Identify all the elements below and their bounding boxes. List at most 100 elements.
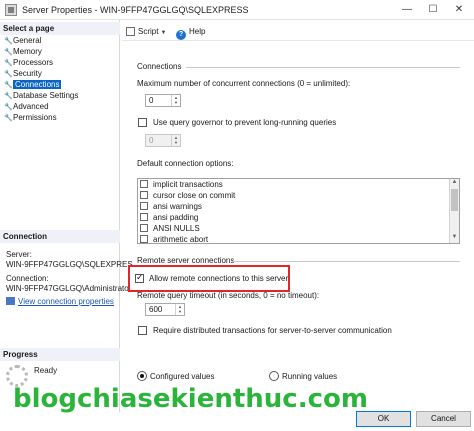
page-general-label: General: [13, 36, 42, 45]
maximize-button[interactable]: ☐: [420, 0, 446, 20]
query-governor-value: 0: [149, 136, 154, 145]
max-connections-label: Maximum number of concurrent connections…: [137, 79, 351, 88]
connection-value: WIN-9FFP47GGLGQ\Administrato: [6, 284, 129, 293]
title-bar: Server Properties - WIN-9FFP47GGLGQ\SQLE…: [0, 0, 474, 20]
option-label: ansi warnings: [153, 202, 202, 211]
page-advanced-label: Advanced: [13, 102, 49, 111]
wrench-icon: 🔧: [4, 49, 13, 56]
wrench-icon: 🔧: [4, 115, 13, 122]
option-checkbox[interactable]: [140, 213, 148, 221]
option-label: ANSI NULLS: [153, 224, 200, 233]
option-checkbox[interactable]: [140, 191, 148, 199]
list-item[interactable]: ansi padding: [140, 213, 198, 224]
page-connections[interactable]: 🔧 Connections: [4, 80, 62, 91]
script-button[interactable]: Script ▼: [126, 27, 166, 36]
page-permissions[interactable]: 🔧Permissions: [4, 113, 57, 124]
option-checkbox[interactable]: [140, 180, 148, 188]
running-values-label: Running values: [282, 372, 338, 381]
toolbar: Script ▼ ? Help: [122, 23, 474, 41]
script-icon: [126, 27, 135, 36]
option-label: arithmetic abort: [153, 235, 209, 244]
default-options-label: Default connection options:: [137, 159, 234, 168]
properties-icon: [6, 297, 15, 305]
wrench-icon: 🔧: [4, 38, 13, 45]
page-general[interactable]: 🔧General: [4, 36, 41, 47]
page-database-settings-label: Database Settings: [13, 91, 79, 100]
configured-values-radio[interactable]: [137, 371, 147, 381]
server-value: WIN-9FFP47GGLGQ\SQLEXPRES: [6, 260, 133, 269]
page-processors-label: Processors: [13, 58, 54, 67]
max-connections-value: 0: [149, 96, 154, 105]
query-governor-label: Use query governor to prevent long-runni…: [153, 118, 337, 127]
remote-group-divider: [232, 261, 460, 262]
remote-group-label: Remote server connections: [137, 256, 235, 265]
list-scrollbar[interactable]: ▲ ▼: [449, 179, 459, 243]
page-memory-label: Memory: [13, 47, 42, 56]
allow-remote-checkbox[interactable]: [135, 272, 144, 283]
watermark: blogchiasekienthuc.com: [13, 384, 368, 414]
list-item[interactable]: cursor close on commit: [140, 191, 235, 202]
list-item[interactable]: arithmetic abort: [140, 235, 209, 244]
window-title: Server Properties - WIN-9FFP47GGLGQ\SQLE…: [22, 5, 249, 15]
option-label: implicit transactions: [153, 180, 223, 189]
configured-values-label: Configured values: [150, 372, 215, 381]
max-connections-input[interactable]: 0 ▲ ▼: [145, 94, 181, 107]
distributed-tx-checkbox[interactable]: [138, 326, 147, 335]
distributed-tx-label: Require distributed transactions for ser…: [153, 326, 392, 335]
wrench-icon: 🔧: [4, 82, 13, 89]
option-checkbox[interactable]: [140, 202, 148, 210]
remote-timeout-label: Remote query timeout (in seconds, 0 = no…: [137, 291, 320, 300]
running-values-radio[interactable]: [269, 371, 279, 381]
list-item[interactable]: ansi warnings: [140, 202, 202, 213]
wrench-icon: 🔧: [4, 71, 13, 78]
spin-arrows-icon[interactable]: ▲ ▼: [171, 95, 180, 106]
list-item[interactable]: implicit transactions: [140, 180, 223, 191]
page-security[interactable]: 🔧Security: [4, 69, 42, 80]
option-checkbox[interactable]: [140, 224, 148, 232]
close-button[interactable]: ✕: [446, 0, 472, 20]
query-governor-input[interactable]: 0 ▲ ▼: [145, 134, 181, 147]
help-icon: ?: [176, 30, 186, 40]
cancel-button[interactable]: Cancel: [416, 411, 471, 427]
page-security-label: Security: [13, 69, 42, 78]
server-label: Server:: [6, 250, 32, 259]
option-label: cursor close on commit: [153, 191, 236, 200]
page-connections-label: Connections: [13, 80, 62, 89]
page-processors[interactable]: 🔧Processors: [4, 58, 53, 69]
wrench-icon: 🔧: [4, 104, 13, 111]
select-page-header: Select a page: [0, 22, 120, 35]
script-label: Script: [138, 27, 159, 36]
option-label: ansi padding: [153, 213, 199, 222]
progress-header: Progress: [0, 348, 120, 361]
progress-status: Ready: [34, 366, 58, 375]
page-database-settings[interactable]: 🔧Database Settings: [4, 91, 78, 102]
wrench-icon: 🔧: [4, 93, 13, 100]
server-properties-icon: [5, 4, 17, 16]
spin-arrows-icon[interactable]: ▲ ▼: [175, 304, 184, 315]
option-checkbox[interactable]: [140, 235, 148, 243]
left-pane: Select a page 🔧General 🔧Memory 🔧Processo…: [0, 20, 133, 412]
allow-remote-label: Allow remote connections to this server: [149, 274, 289, 283]
query-governor-checkbox[interactable]: [138, 118, 147, 127]
list-item[interactable]: ANSI NULLS: [140, 224, 200, 235]
remote-timeout-input[interactable]: 600 ▲ ▼: [145, 303, 185, 316]
help-label: Help: [189, 27, 206, 36]
scroll-up-icon[interactable]: ▲: [450, 179, 459, 188]
connection-label: Connection:: [6, 274, 49, 283]
view-connection-properties-label: View connection properties: [18, 297, 114, 306]
spin-arrows-icon[interactable]: ▲ ▼: [171, 135, 180, 146]
wrench-icon: 🔧: [4, 60, 13, 67]
connections-group-label: Connections: [137, 62, 182, 71]
remote-timeout-value: 600: [149, 305, 163, 314]
view-connection-properties-link[interactable]: View connection properties: [6, 297, 114, 306]
page-advanced[interactable]: 🔧Advanced: [4, 102, 49, 113]
scroll-thumb[interactable]: [451, 189, 458, 211]
default-options-list[interactable]: implicit transactions cursor close on co…: [137, 178, 460, 244]
help-button[interactable]: ? Help: [176, 27, 205, 40]
connections-group-divider: [186, 67, 460, 68]
page-memory[interactable]: 🔧Memory: [4, 47, 42, 58]
dropdown-caret-icon: ▼: [160, 30, 167, 36]
minimize-button[interactable]: —: [394, 0, 420, 20]
scroll-down-icon[interactable]: ▼: [450, 234, 459, 243]
connection-header: Connection: [0, 230, 120, 243]
